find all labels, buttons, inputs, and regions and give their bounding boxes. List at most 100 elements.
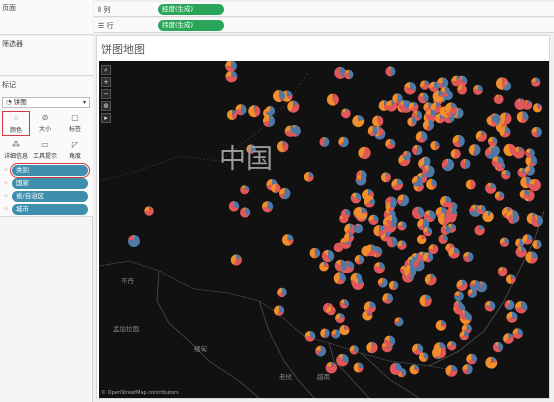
pie-mark[interactable] (514, 98, 526, 110)
pie-mark[interactable] (277, 287, 287, 298)
pie-mark[interactable] (276, 140, 289, 153)
pie-mark[interactable] (353, 362, 364, 373)
pie-mark[interactable] (339, 299, 349, 309)
pie-mark[interactable] (507, 214, 518, 224)
field-row-category[interactable]: ⁘ 类别 (2, 163, 90, 178)
color-button[interactable]: ⁘ 颜色 (2, 111, 30, 136)
pie-mark[interactable] (279, 187, 291, 200)
pie-mark[interactable] (411, 206, 425, 220)
pie-mark[interactable] (352, 115, 365, 128)
pie-mark[interactable] (391, 178, 404, 191)
pie-mark[interactable] (446, 340, 457, 351)
pie-mark[interactable] (309, 247, 321, 259)
pie-mark[interactable] (505, 274, 516, 284)
pie-mark[interactable] (426, 178, 437, 190)
pie-mark[interactable] (385, 138, 396, 149)
pie-mark[interactable] (432, 90, 445, 103)
pie-mark[interactable] (425, 109, 437, 121)
pie-mark[interactable] (468, 144, 481, 156)
pie-mark[interactable] (515, 246, 527, 258)
field-pill-category[interactable]: 类别 (10, 163, 90, 178)
pie-mark[interactable] (271, 183, 281, 193)
pie-mark[interactable] (389, 362, 402, 375)
pie-mark[interactable] (416, 234, 427, 245)
pie-mark[interactable] (459, 310, 470, 320)
pie-mark[interactable] (367, 126, 378, 137)
pie-mark[interactable] (385, 66, 396, 77)
pie-mark[interactable] (484, 147, 497, 159)
pie-mark[interactable] (502, 81, 512, 91)
pie-mark[interactable] (377, 277, 388, 288)
pie-mark[interactable] (503, 333, 514, 344)
pie-mark[interactable] (429, 81, 440, 92)
pie-mark[interactable] (419, 294, 432, 307)
expand-icon[interactable]: ▸ (101, 113, 111, 123)
pie-mark[interactable] (340, 108, 351, 119)
pie-mark[interactable] (424, 273, 437, 286)
pie-mark[interactable] (335, 313, 345, 324)
pie-mark[interactable] (452, 134, 465, 148)
pie-mark[interactable] (448, 247, 460, 259)
pie-mark[interactable] (456, 279, 468, 291)
pie-mark[interactable] (228, 201, 240, 212)
pie-mark[interactable] (440, 224, 451, 235)
pie-mark[interactable] (430, 140, 440, 151)
pie-mark[interactable] (384, 335, 396, 347)
pie-mark[interactable] (230, 254, 242, 266)
pie-mark[interactable] (386, 214, 398, 227)
pie-mark[interactable] (321, 249, 335, 263)
pie-mark[interactable] (273, 305, 285, 316)
detail-button[interactable]: ⁂ 详细信息 (2, 138, 30, 163)
pie-mark[interactable] (435, 347, 447, 359)
search-icon[interactable]: ⌕ (101, 65, 111, 75)
pie-mark[interactable] (451, 75, 462, 87)
pie-mark[interactable] (525, 251, 538, 264)
pie-mark[interactable] (422, 119, 435, 131)
pie-mark[interactable] (385, 202, 395, 212)
pie-mark[interactable] (353, 223, 364, 234)
pie-mark[interactable] (460, 158, 471, 169)
pie-mark[interactable] (344, 69, 354, 80)
pie-mark[interactable] (248, 105, 261, 118)
pie-mark[interactable] (465, 179, 476, 190)
pie-mark[interactable] (373, 262, 386, 274)
pie-mark[interactable] (225, 61, 237, 72)
pie-mark[interactable] (407, 117, 417, 127)
pie-mark[interactable] (453, 300, 463, 310)
pie-mark[interactable] (524, 165, 535, 176)
pie-mark[interactable] (333, 272, 346, 285)
pie-mark[interactable] (392, 93, 403, 104)
pie-mark[interactable] (420, 80, 430, 90)
pie-mark[interactable] (409, 364, 420, 375)
pie-mark[interactable] (506, 311, 518, 323)
pie-mark[interactable] (397, 194, 410, 207)
pie-mark[interactable] (331, 329, 341, 339)
longitude-pill[interactable]: 经度(生成) (158, 4, 224, 15)
pie-mark[interactable] (484, 300, 496, 312)
pie-mark[interactable] (450, 148, 461, 159)
pie-mark[interactable] (444, 102, 458, 115)
pie-mark[interactable] (358, 146, 371, 160)
pie-mark[interactable] (409, 102, 419, 112)
pie-mark[interactable] (336, 353, 349, 367)
pie-mark[interactable] (362, 189, 374, 201)
zoom-in-icon[interactable]: + (101, 77, 111, 87)
pie-mark[interactable] (344, 232, 354, 243)
pie-mark[interactable] (504, 299, 515, 310)
tooltip-button[interactable]: ▭ 工具提示 (31, 138, 59, 163)
pie-mark[interactable] (412, 144, 423, 156)
pie-mark[interactable] (334, 259, 347, 272)
pie-mark[interactable] (440, 195, 452, 208)
pie-mark[interactable] (319, 136, 330, 147)
pie-mark[interactable] (273, 90, 285, 102)
pie-mark[interactable] (262, 114, 276, 128)
pie-mark[interactable] (445, 364, 458, 377)
field-pill-country[interactable]: 国家 (12, 178, 88, 189)
pie-mark[interactable] (402, 150, 412, 160)
map-view[interactable]: 中国 不丹 孟加拉国 缅甸 老挝 越南 ⌕ + − ⊕ ▸ © OpenStre… (99, 61, 549, 398)
pie-mark[interactable] (422, 165, 435, 178)
pie-mark[interactable] (515, 300, 528, 314)
columns-shelf[interactable]: ⦀ 列 经度(生成) (94, 2, 554, 17)
pie-mark[interactable] (225, 70, 238, 83)
pie-mark[interactable] (304, 330, 316, 342)
